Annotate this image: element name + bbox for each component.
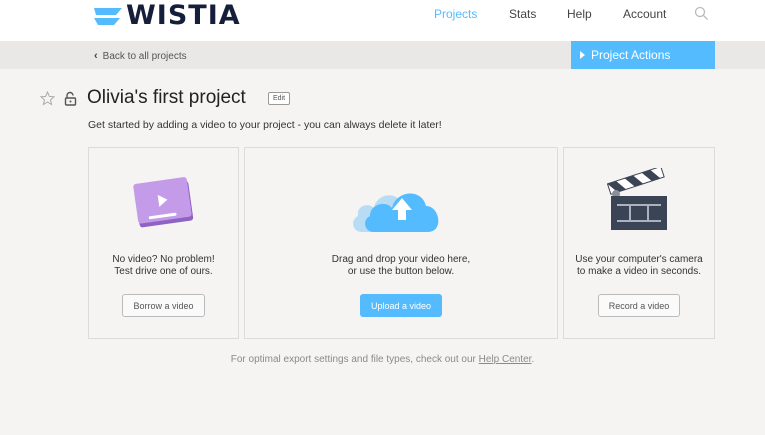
help-center-link[interactable]: Help Center [479, 354, 532, 365]
record-card-text: Use your computer's camera to make a vid… [564, 254, 714, 278]
project-actions-label: Project Actions [591, 48, 671, 62]
borrow-line-2: Test drive one of ours. [114, 266, 213, 277]
record-video-button[interactable]: Record a video [598, 294, 680, 317]
back-to-projects-link[interactable]: ‹ Back to all projects [94, 50, 187, 62]
project-subtitle: Get started by adding a video to your pr… [88, 119, 442, 131]
nav-stats[interactable]: Stats [509, 7, 536, 21]
nav-projects[interactable]: Projects [434, 7, 477, 21]
borrow-card-text: No video? No problem! Test drive one of … [89, 254, 238, 278]
nav-help[interactable]: Help [567, 7, 592, 21]
project-actions-button[interactable]: Project Actions [571, 41, 715, 69]
project-title: Olivia's first project [87, 87, 246, 108]
footer-text-end: . [531, 354, 535, 365]
search-icon[interactable] [694, 6, 709, 21]
upload-card-text: Drag and drop your video here, or use th… [245, 254, 557, 278]
chevron-left-icon: ‹ [94, 50, 98, 62]
caret-right-icon [580, 51, 585, 59]
back-link-label: Back to all projects [102, 50, 187, 62]
record-line-1: Use your computer's camera [575, 254, 703, 265]
wistia-logo-icon [94, 8, 122, 25]
record-line-2: to make a video in seconds. [577, 266, 701, 277]
record-video-card: Use your computer's camera to make a vid… [563, 147, 715, 339]
edit-title-button[interactable]: Edit [268, 92, 290, 105]
star-icon[interactable] [40, 91, 55, 106]
borrow-line-1: No video? No problem! [112, 254, 215, 265]
clapperboard-icon [607, 168, 667, 230]
borrow-video-card: No video? No problem! Test drive one of … [88, 147, 239, 339]
nav-account[interactable]: Account [623, 7, 666, 21]
wistia-logo[interactable]: WISTIA [94, 0, 241, 31]
footer-note: For optimal export settings and file typ… [0, 354, 765, 365]
cloud-upload-icon [353, 193, 439, 232]
lock-icon[interactable] [64, 91, 77, 106]
upload-video-button[interactable]: Upload a video [360, 294, 442, 317]
video-library-icon [133, 177, 194, 228]
logo-text: WISTIA [126, 0, 241, 31]
borrow-video-button[interactable]: Borrow a video [122, 294, 205, 317]
upload-video-card: Drag and drop your video here, or use th… [244, 147, 558, 339]
upload-line-2: or use the button below. [347, 266, 455, 277]
footer-text: For optimal export settings and file typ… [230, 354, 479, 365]
upload-line-1: Drag and drop your video here, [331, 254, 471, 265]
